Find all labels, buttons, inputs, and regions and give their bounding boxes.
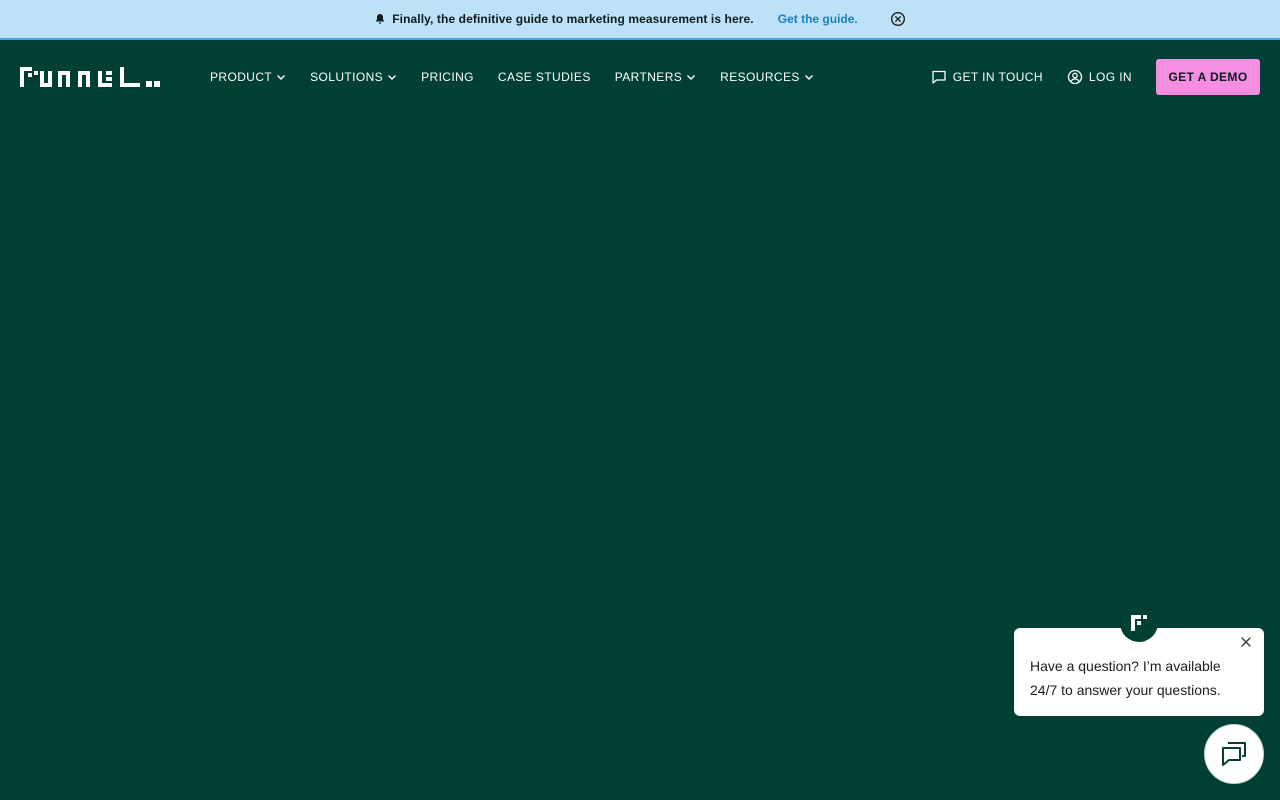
announcement-message: Finally, the definitive guide to marketi… [392,12,754,26]
log-in-link[interactable]: LOG IN [1067,69,1132,85]
nav-item-partners[interactable]: PARTNERS [615,70,696,84]
nav-item-pricing[interactable]: PRICING [421,70,474,84]
nav-right: GET IN TOUCH LOG IN GET A DEMO [931,42,1260,112]
nav-item-product[interactable]: PRODUCT [210,70,286,84]
chat-launcher-icon [1222,742,1246,766]
announcement-cta-link[interactable]: Get the guide. [778,12,858,26]
chevron-down-icon [388,75,397,80]
close-circle-icon[interactable] [890,11,906,27]
chevron-down-icon [277,75,286,80]
nav-item-solutions[interactable]: SOLUTIONS [310,70,397,84]
funnel-logo[interactable] [20,67,160,87]
chat-bubble-icon [932,70,946,84]
nav-item-case-studies[interactable]: CASE STUDIES [498,70,591,84]
nav-item-resources[interactable]: RESOURCES [720,70,814,84]
chevron-down-icon [804,75,813,80]
get-in-touch-link[interactable]: GET IN TOUCH [931,69,1043,85]
get-a-demo-button[interactable]: GET A DEMO [1156,59,1260,95]
chat-launcher-button[interactable] [1204,724,1264,784]
nav-menu: PRODUCT SOLUTIONS PRICING CASE STUDIES P… [210,42,838,112]
close-icon[interactable] [1240,636,1252,648]
main-nav: PRODUCT SOLUTIONS PRICING CASE STUDIES P… [0,42,1280,112]
bell-icon [376,14,385,24]
chat-prompt-message: Have a question? I’m available 24/7 to a… [1030,658,1221,698]
chevron-down-icon [687,75,696,80]
funnel-avatar-icon [1120,604,1158,642]
user-circle-icon [1067,69,1083,85]
announcement-bar: Finally, the definitive guide to marketi… [0,0,1280,40]
